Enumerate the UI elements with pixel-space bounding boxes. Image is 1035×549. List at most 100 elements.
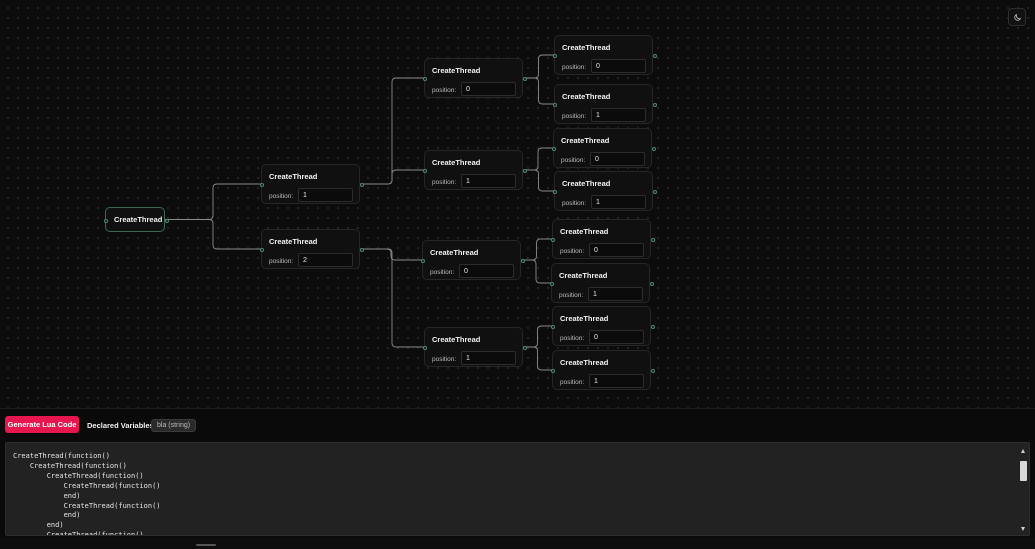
code-output[interactable]: CreateThread(function() CreateThread(fun… bbox=[5, 442, 1030, 536]
position-input[interactable]: 0 bbox=[591, 59, 646, 73]
output-handle[interactable] bbox=[652, 190, 657, 194]
node-title: CreateThread bbox=[560, 358, 609, 367]
node-title: CreateThread bbox=[561, 136, 610, 145]
flow-node[interactable]: CreateThread position: 1 bbox=[422, 327, 527, 367]
output-handle[interactable] bbox=[359, 248, 364, 252]
flow-node[interactable]: CreateThread position: 1 bbox=[550, 350, 655, 390]
flow-edge[interactable] bbox=[523, 169, 554, 192]
position-input[interactable]: 1 bbox=[589, 374, 644, 388]
input-handle[interactable] bbox=[550, 369, 555, 373]
root-node[interactable]: CreateThread bbox=[103, 207, 169, 232]
position-input[interactable]: 1 bbox=[591, 195, 646, 209]
output-handle[interactable] bbox=[359, 183, 364, 187]
flow-node[interactable]: CreateThread position: 2 bbox=[259, 229, 364, 269]
output-handle[interactable] bbox=[520, 259, 525, 263]
node-title: CreateThread bbox=[432, 335, 481, 344]
moon-icon bbox=[1013, 13, 1021, 21]
input-handle[interactable] bbox=[550, 238, 555, 242]
input-handle[interactable] bbox=[422, 346, 427, 350]
position-input[interactable]: 1 bbox=[298, 188, 353, 202]
position-label: position: bbox=[562, 64, 587, 71]
node-title: CreateThread bbox=[432, 158, 481, 167]
flow-node[interactable]: CreateThread position: 0 bbox=[552, 35, 657, 75]
position-label: position: bbox=[560, 248, 585, 255]
output-handle[interactable] bbox=[649, 282, 654, 286]
input-handle[interactable] bbox=[422, 77, 427, 81]
input-handle[interactable] bbox=[552, 103, 557, 107]
node-title: CreateThread bbox=[562, 92, 611, 101]
flow-node[interactable]: CreateThread position: 1 bbox=[552, 171, 657, 211]
input-handle[interactable] bbox=[552, 54, 557, 58]
output-handle[interactable] bbox=[650, 238, 655, 242]
flow-edge[interactable] bbox=[360, 169, 424, 185]
position-input[interactable]: 1 bbox=[591, 108, 646, 122]
scroll-thumb[interactable] bbox=[1020, 461, 1027, 481]
input-handle[interactable] bbox=[549, 282, 554, 286]
flow-node[interactable]: CreateThread position: 1 bbox=[422, 150, 527, 190]
position-input[interactable]: 1 bbox=[461, 174, 516, 188]
input-handle[interactable] bbox=[259, 248, 264, 252]
horizontal-scrollbar[interactable] bbox=[0, 538, 1035, 549]
position-label: position: bbox=[269, 193, 294, 200]
node-title: CreateThread bbox=[562, 43, 611, 52]
position-input[interactable]: 1 bbox=[461, 351, 516, 365]
flow-node[interactable]: CreateThread position: 1 bbox=[259, 164, 364, 204]
input-handle[interactable] bbox=[103, 218, 108, 223]
flow-edge[interactable] bbox=[521, 238, 552, 261]
output-handle[interactable] bbox=[650, 369, 655, 373]
node-title: CreateThread bbox=[560, 227, 609, 236]
input-handle[interactable] bbox=[552, 190, 557, 194]
position-input[interactable]: 0 bbox=[461, 82, 516, 96]
flow-edge[interactable] bbox=[360, 248, 424, 348]
flow-node[interactable]: CreateThread position: 1 bbox=[549, 263, 654, 303]
position-input[interactable]: 0 bbox=[589, 330, 644, 344]
node-title: CreateThread bbox=[560, 314, 609, 323]
position-input[interactable]: 0 bbox=[589, 243, 644, 257]
output-handle[interactable] bbox=[652, 54, 657, 58]
flow-node[interactable]: CreateThread position: 0 bbox=[550, 219, 655, 259]
flow-node[interactable]: CreateThread position: 0 bbox=[550, 306, 655, 346]
output-handle[interactable] bbox=[522, 346, 527, 350]
flow-edge[interactable] bbox=[360, 77, 424, 185]
input-handle[interactable] bbox=[259, 183, 264, 187]
input-handle[interactable] bbox=[550, 325, 555, 329]
output-handle[interactable] bbox=[652, 103, 657, 107]
variable-badge[interactable]: bla (string) bbox=[151, 419, 197, 432]
flow-node[interactable]: CreateThread position: 0 bbox=[551, 128, 656, 168]
flow-edge[interactable] bbox=[523, 346, 552, 371]
scroll-down-icon[interactable] bbox=[1021, 527, 1025, 531]
position-input[interactable]: 2 bbox=[298, 253, 353, 267]
declared-variables-label: Declared Variables: bbox=[87, 421, 157, 430]
position-label: position: bbox=[430, 269, 455, 276]
flow-node[interactable]: CreateThread position: 0 bbox=[422, 58, 527, 98]
output-handle[interactable] bbox=[164, 218, 169, 223]
panel-divider bbox=[0, 408, 1035, 409]
output-handle[interactable] bbox=[522, 169, 527, 173]
flow-edge[interactable] bbox=[165, 183, 261, 220]
input-handle[interactable] bbox=[551, 147, 556, 151]
output-handle[interactable] bbox=[522, 77, 527, 81]
position-input[interactable]: 0 bbox=[459, 264, 514, 278]
input-handle[interactable] bbox=[420, 259, 425, 263]
flow-edge[interactable] bbox=[523, 325, 552, 348]
output-handle[interactable] bbox=[650, 325, 655, 329]
flow-edge[interactable] bbox=[165, 219, 261, 250]
flow-edge[interactable] bbox=[523, 77, 554, 105]
flow-node[interactable]: CreateThread position: 0 bbox=[420, 240, 525, 280]
flow-edge[interactable] bbox=[523, 147, 553, 171]
theme-toggle-button[interactable] bbox=[1008, 8, 1026, 26]
flow-canvas[interactable]: CreateThread CreateThread position: 1 Create… bbox=[0, 0, 1035, 408]
code-scrollbar[interactable] bbox=[1020, 447, 1027, 533]
horizontal-scroll-thumb[interactable] bbox=[196, 544, 216, 546]
output-handle[interactable] bbox=[651, 147, 656, 151]
position-label: position: bbox=[269, 258, 294, 265]
position-input[interactable]: 0 bbox=[590, 152, 645, 166]
scroll-up-icon[interactable] bbox=[1021, 449, 1025, 453]
node-title: CreateThread bbox=[114, 215, 163, 224]
flow-edge[interactable] bbox=[523, 54, 554, 79]
flow-node[interactable]: CreateThread position: 1 bbox=[552, 84, 657, 124]
position-input[interactable]: 1 bbox=[588, 287, 643, 301]
flow-edge[interactable] bbox=[521, 259, 551, 284]
generate-lua-code-button[interactable]: Generate Lua Code bbox=[5, 416, 79, 433]
input-handle[interactable] bbox=[422, 169, 427, 173]
